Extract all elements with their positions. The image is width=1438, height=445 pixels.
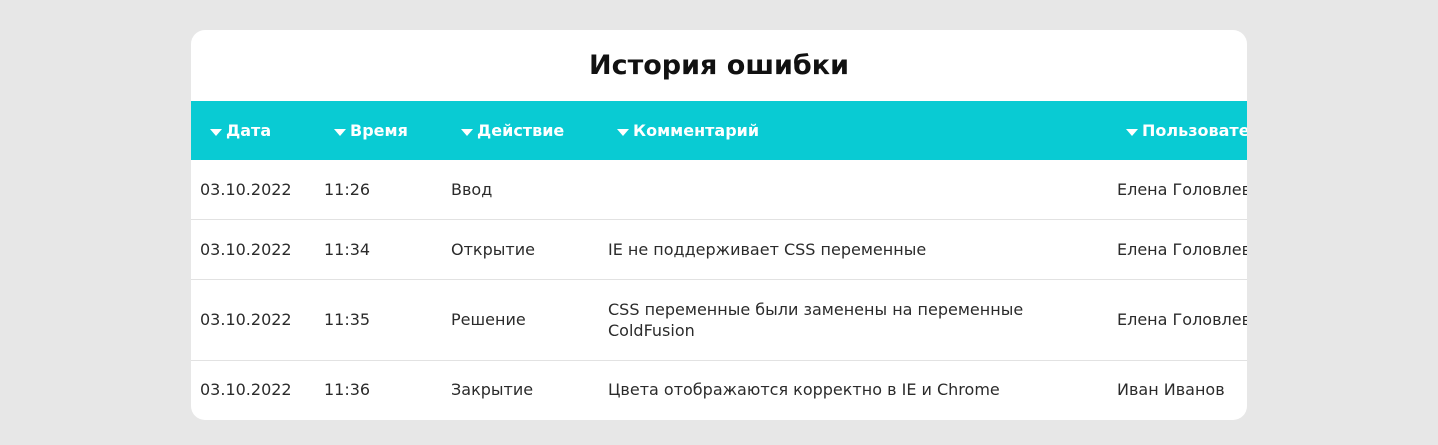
cell-action: Решение	[451, 310, 526, 329]
cell-time: 11:35	[324, 310, 371, 329]
cell-user: Елена Головлева	[1117, 179, 1247, 199]
cell-comment: IE не поддерживает CSS переменные	[608, 239, 927, 259]
cell-date: 03.10.2022	[200, 310, 292, 329]
column-header-date[interactable]: Дата	[191, 101, 324, 160]
cell-action: Закрытие	[451, 380, 534, 400]
cell-user: Елена Головлева	[1117, 310, 1247, 329]
column-header-label: Время	[350, 121, 408, 140]
cell-time: 11:26	[324, 179, 371, 199]
column-header-action[interactable]: Действие	[451, 101, 608, 160]
sort-down-icon	[210, 129, 222, 136]
cell-time: 11:34	[324, 239, 371, 259]
table-row: 03.10.2022 11:35 Решение CSS переменные …	[191, 279, 1247, 360]
column-header-user[interactable]: Пользователь	[1117, 101, 1247, 160]
error-history-card: История ошибки Дата Время Действие Комме…	[191, 30, 1247, 420]
cell-user: Елена Головлева	[1117, 239, 1247, 259]
cell-action: Ввод	[451, 179, 493, 199]
column-header-label: Действие	[477, 121, 565, 140]
cell-user: Иван Иванов	[1117, 380, 1225, 400]
cell-date: 03.10.2022	[200, 179, 292, 199]
column-header-label: Комментарий	[633, 121, 760, 140]
cell-comment: Цвета отображаются корректно в IE и Chro…	[608, 380, 1000, 400]
column-header-label: Дата	[226, 121, 272, 140]
cell-comment	[608, 160, 1117, 219]
table-row: 03.10.2022 11:26 Ввод Елена Головлева	[191, 160, 1247, 219]
column-header-time[interactable]: Время	[324, 101, 451, 160]
table-header-row: Дата Время Действие Комментарий Пользова…	[191, 101, 1247, 160]
cell-date: 03.10.2022	[200, 239, 292, 259]
column-header-label: Пользователь	[1142, 121, 1247, 140]
sort-down-icon	[617, 129, 629, 136]
cell-time: 11:36	[324, 380, 371, 400]
table-row: 03.10.2022 11:36 Закрытие Цвета отобража…	[191, 360, 1247, 419]
cell-comment: CSS переменные были заменены на переменн…	[608, 299, 1024, 340]
table-body: 03.10.2022 11:26 Ввод Елена Головлева 03…	[191, 160, 1247, 419]
cell-date: 03.10.2022	[200, 380, 292, 400]
column-header-comment[interactable]: Комментарий	[608, 101, 1117, 160]
sort-down-icon	[334, 129, 346, 136]
cell-action: Открытие	[451, 239, 535, 259]
error-history-table: Дата Время Действие Комментарий Пользова…	[191, 101, 1247, 419]
sort-down-icon	[461, 129, 473, 136]
card-title: История ошибки	[588, 50, 850, 81]
table-row: 03.10.2022 11:34 Открытие IE не поддержи…	[191, 219, 1247, 279]
table-header: Дата Время Действие Комментарий Пользова…	[191, 101, 1247, 160]
sort-down-icon	[1126, 129, 1138, 136]
